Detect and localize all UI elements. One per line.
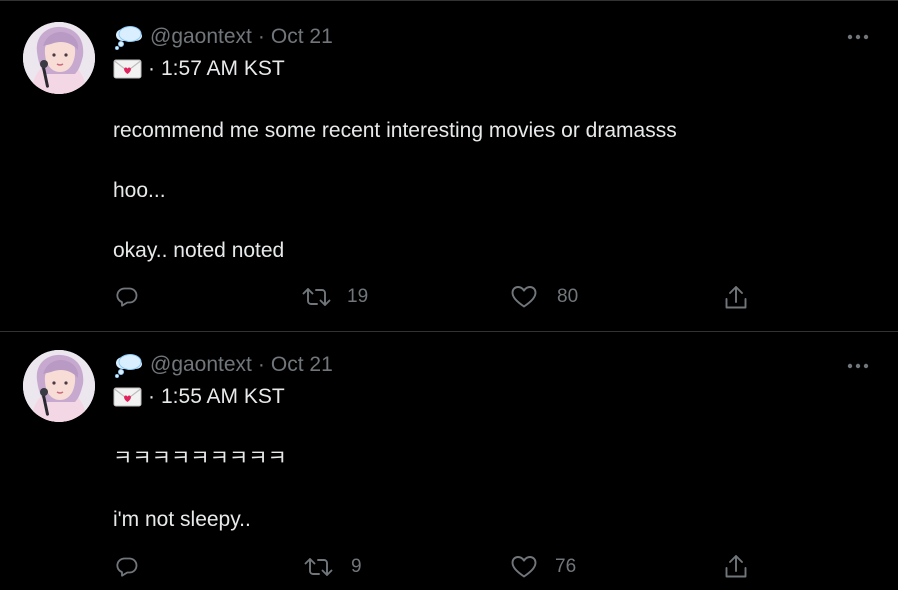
like-button[interactable]: 80	[511, 285, 578, 309]
love-letter-icon	[113, 387, 142, 407]
share-icon	[725, 286, 747, 309]
share-button[interactable]	[724, 554, 748, 580]
avatar-image	[23, 350, 95, 422]
tweet-text-line: okay.. noted noted	[113, 239, 285, 262]
time-separator: ·	[148, 57, 155, 80]
share-icon	[725, 555, 747, 578]
avatar[interactable]	[23, 350, 95, 422]
love-letter-icon	[113, 59, 142, 79]
retweet-icon	[302, 288, 331, 306]
heart-icon	[511, 556, 537, 578]
tweet-header: @gaontext · Oct 21	[113, 22, 333, 52]
thought-balloon-icon	[115, 26, 142, 50]
retweet-button[interactable]: 9	[304, 555, 362, 579]
time-separator: ·	[148, 385, 155, 408]
avatar[interactable]	[23, 22, 95, 94]
author-handle[interactable]: @gaontext	[150, 353, 252, 377]
tweet[interactable]: @gaontext · Oct 21 · 1:57 AM KST recomme…	[0, 1, 898, 332]
tweet-text-line: hoo...	[113, 179, 166, 202]
share-button[interactable]	[724, 285, 748, 311]
more-icon[interactable]	[845, 32, 871, 42]
header-separator: ·	[257, 353, 265, 376]
more-icon[interactable]	[845, 361, 871, 371]
avatar-image	[23, 22, 95, 94]
tweet-subline: · 1:55 AM KST	[113, 385, 285, 409]
tweet-text-line: i'm not sleepy..	[113, 508, 251, 531]
author-handle[interactable]: @gaontext	[150, 25, 252, 49]
retweet-count: 19	[347, 286, 369, 307]
retweet-count: 9	[351, 556, 362, 577]
tweet-text-line: recommend me some recent interesting mov…	[113, 119, 677, 142]
like-count: 80	[557, 286, 579, 307]
tweet-text-line: ㅋㅋㅋㅋㅋㅋㅋㅋㅋ	[113, 447, 287, 470]
header-separator: ·	[257, 25, 265, 48]
tweet-time: 1:55 AM KST	[161, 385, 285, 408]
reply-button[interactable]	[115, 555, 139, 579]
tweet-date[interactable]: Oct 21	[271, 25, 333, 49]
retweet-icon	[304, 558, 333, 576]
tweet-subline: · 1:57 AM KST	[113, 57, 285, 81]
thought-balloon-icon	[115, 354, 142, 378]
heart-icon	[511, 286, 537, 308]
tweet[interactable]: @gaontext · Oct 21 · 1:55 AM KST ㅋㅋㅋㅋㅋㅋㅋ…	[0, 332, 898, 590]
like-count: 76	[555, 556, 577, 577]
reply-icon	[116, 287, 138, 307]
tweet-date[interactable]: Oct 21	[271, 353, 333, 377]
like-button[interactable]: 76	[511, 555, 576, 579]
tweet-time: 1:57 AM KST	[161, 57, 285, 80]
tweet-header: @gaontext · Oct 21	[113, 350, 333, 380]
reply-button[interactable]	[115, 285, 139, 309]
retweet-button[interactable]: 19	[302, 285, 368, 309]
reply-icon	[116, 557, 138, 577]
